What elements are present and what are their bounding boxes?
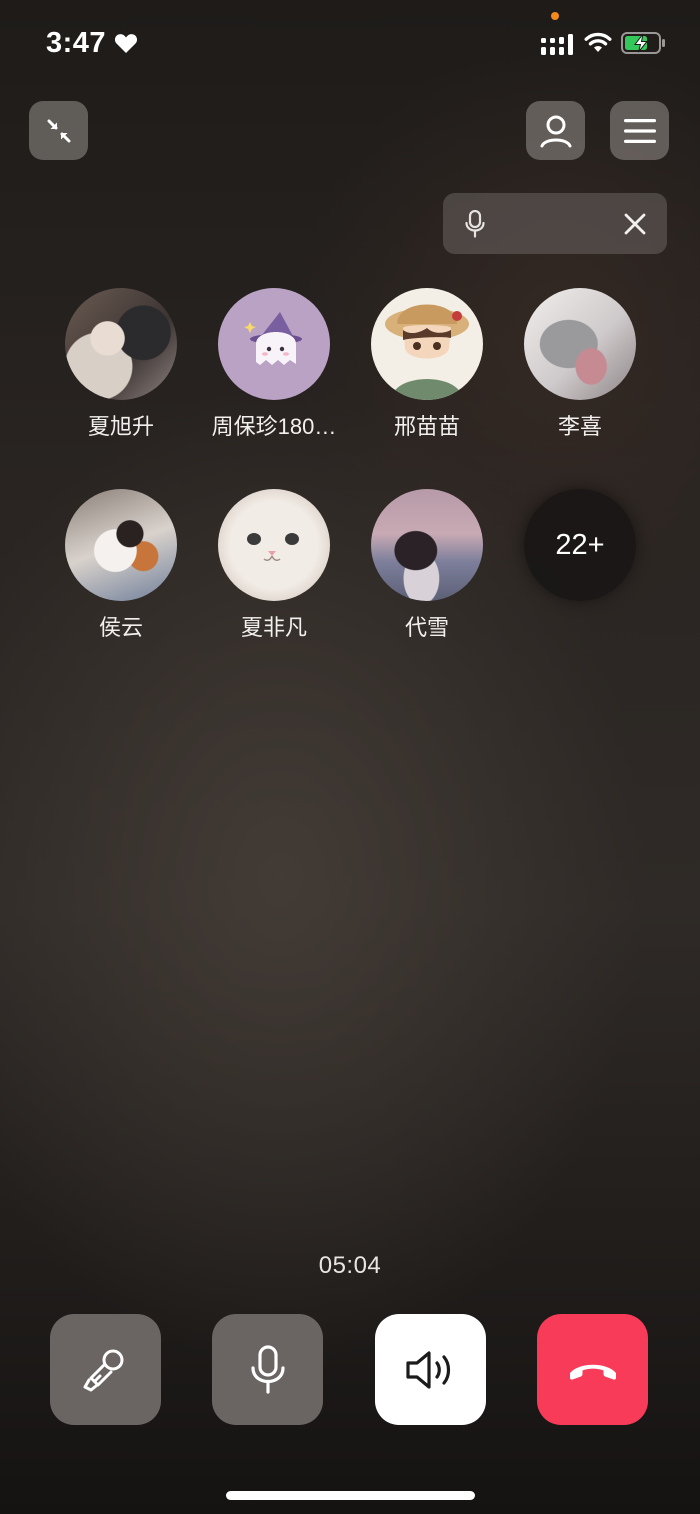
more-participants-count: 22+ <box>555 528 605 561</box>
signal-icon <box>541 34 573 55</box>
heart-icon <box>114 34 138 53</box>
participant-name: 侯云 <box>98 615 143 640</box>
avatar <box>371 288 483 400</box>
participant-name: 夏非凡 <box>240 615 307 640</box>
hang-up-button[interactable] <box>537 1314 648 1425</box>
avatar <box>65 288 177 400</box>
close-icon[interactable] <box>623 212 647 236</box>
more-participants-badge: 22+ <box>524 489 636 601</box>
microphone-icon <box>465 210 485 238</box>
anime-boy-illustration <box>385 304 469 400</box>
participant-tile[interactable]: 侯云 <box>46 489 196 641</box>
menu-icon <box>623 118 656 143</box>
effects-icon <box>83 1349 123 1391</box>
speaker-icon <box>405 1350 450 1389</box>
white-cat-photo <box>247 533 299 561</box>
participant-tile[interactable]: 邢苗苗 <box>352 288 502 440</box>
ghost-witch-icon <box>244 312 302 365</box>
participant-name: 李喜 <box>557 414 602 439</box>
call-timer: 05:04 <box>318 1252 382 1279</box>
avatar <box>65 489 177 601</box>
avatar <box>218 489 330 601</box>
participant-tile[interactable]: 夏非凡 <box>199 489 349 641</box>
battery-charging-icon <box>621 32 665 54</box>
voice-indicator-pill <box>443 193 667 254</box>
avatar <box>524 288 636 400</box>
participant-name: 周保珍180… <box>211 414 337 439</box>
home-indicator[interactable] <box>226 1491 475 1500</box>
participant-tile[interactable]: 代雪 <box>352 489 502 641</box>
avatar <box>371 489 483 601</box>
effects-button[interactable] <box>50 1314 161 1425</box>
menu-button[interactable] <box>610 101 669 160</box>
participant-name: 夏旭升 <box>87 414 154 439</box>
participant-tile[interactable]: 李喜 <box>505 288 655 440</box>
participant-tile[interactable]: 周保珍180… <box>199 288 349 440</box>
participant-tile[interactable]: 夏旭升 <box>46 288 196 440</box>
speaker-button[interactable] <box>375 1314 486 1425</box>
status-bar: 3:47 <box>0 0 700 88</box>
participant-name: 邢苗苗 <box>393 414 460 439</box>
person-icon <box>540 115 571 147</box>
privacy-indicator-dot <box>551 12 559 20</box>
minimize-button[interactable] <box>29 101 88 160</box>
hang-up-icon <box>569 1364 616 1380</box>
microphone-icon <box>250 1344 285 1394</box>
minimize-arrows-icon <box>47 119 70 142</box>
participant-name: 代雪 <box>404 615 449 640</box>
avatar <box>218 288 330 400</box>
status-time: 3:47 <box>46 27 107 59</box>
profile-button[interactable] <box>526 101 585 160</box>
wifi-icon <box>584 32 612 52</box>
mute-button[interactable] <box>212 1314 323 1425</box>
more-participants-tile[interactable]: 22+ <box>505 489 655 601</box>
